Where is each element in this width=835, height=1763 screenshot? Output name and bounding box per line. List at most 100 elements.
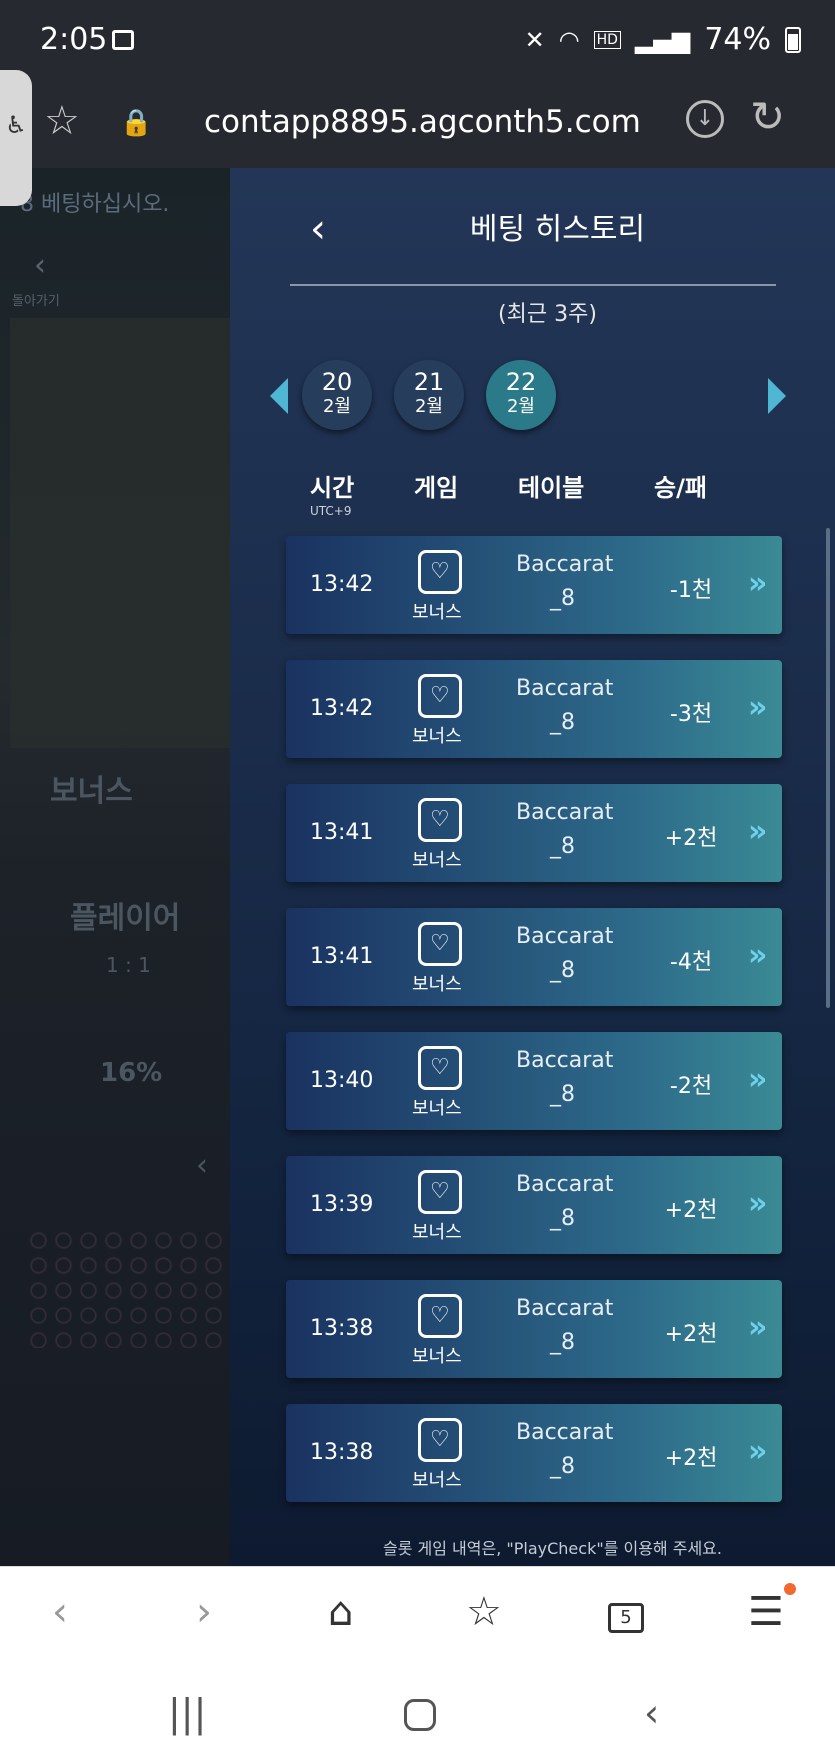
download-icon[interactable]: ↓: [686, 100, 724, 138]
card-heart-icon: [418, 798, 462, 842]
home-icon[interactable]: ⌂: [328, 1589, 353, 1635]
row-game: 보너스: [412, 1470, 462, 1491]
chevron-right-icon[interactable]: »: [748, 566, 767, 601]
browser-toolbar: ‹ › ⌂ ☆ 5 ☰: [0, 1566, 835, 1671]
game-background: 8 베팅하십시오. ‹ 돌아가기 보너스 플레이어 1 : 1 16% ‹: [0, 168, 230, 1566]
payout-ratio: 1 : 1: [106, 953, 151, 977]
row-time: 13:42: [310, 696, 374, 721]
row-table-number: _8: [550, 834, 575, 859]
panel-title: 베팅 히스토리: [469, 212, 646, 247]
bookmarks-icon[interactable]: ☆: [466, 1589, 502, 1635]
date-chip[interactable]: 20 2월: [302, 360, 372, 430]
history-row[interactable]: 13:42 보너스 Baccarat _8 -1천 »: [286, 536, 782, 634]
card-heart-icon: [418, 1170, 462, 1214]
tabs-button[interactable]: 5: [608, 1603, 644, 1633]
row-table: Baccarat: [516, 1420, 614, 1445]
recents-icon[interactable]: |||: [168, 1691, 206, 1735]
row-game: 보너스: [412, 850, 462, 871]
status-bar: 2:05 ✕ ◠ HD ▂▄▆ 74%: [0, 0, 835, 84]
row-result: -1천: [669, 578, 713, 603]
column-game: 게임: [414, 474, 459, 502]
row-result: -2천: [669, 1074, 713, 1099]
hd-voice-icon: HD: [593, 30, 621, 49]
history-row[interactable]: 13:39 보너스 Baccarat _8 +2천 »: [286, 1156, 782, 1254]
card-heart-icon: [418, 550, 462, 594]
collapse-arrow-icon[interactable]: ‹: [196, 1148, 208, 1183]
history-row[interactable]: 13:38 보너스 Baccarat _8 +2천 »: [286, 1280, 782, 1378]
player-bet-label: 플레이어: [70, 901, 181, 936]
menu-icon[interactable]: ☰: [748, 1589, 784, 1635]
android-nav-bar: ||| ‹: [0, 1671, 835, 1763]
column-time: 시간: [310, 474, 355, 502]
bonus-bet-label: 보너스: [50, 774, 133, 809]
row-time: 13:39: [310, 1192, 374, 1217]
url-text[interactable]: contapp8895.agconth5.com: [204, 104, 641, 140]
row-table: Baccarat: [516, 924, 614, 949]
date-day: 21: [413, 368, 445, 396]
card-heart-icon: [418, 674, 462, 718]
column-result: 승/패: [654, 474, 707, 502]
scrollbar[interactable]: [826, 528, 830, 1008]
date-day: 22: [505, 368, 537, 396]
chevron-right-icon[interactable]: »: [748, 938, 767, 973]
history-row[interactable]: 13:40 보너스 Baccarat _8 -2천 »: [286, 1032, 782, 1130]
chevron-right-icon[interactable]: »: [748, 1062, 767, 1097]
row-game: 보너스: [412, 726, 462, 747]
roadmap-grid: [26, 1228, 226, 1348]
row-result: -4천: [669, 950, 713, 975]
row-table: Baccarat: [516, 800, 614, 825]
row-table: Baccarat: [516, 1296, 614, 1321]
row-time: 13:38: [310, 1440, 374, 1465]
card-heart-icon: [418, 1046, 462, 1090]
chevron-right-icon[interactable]: »: [748, 1434, 767, 1469]
row-table-number: _8: [550, 1206, 575, 1231]
card-heart-icon: [418, 922, 462, 966]
date-chip-selected[interactable]: 22 2월: [486, 360, 556, 430]
history-row[interactable]: 13:41 보너스 Baccarat _8 -4천 »: [286, 908, 782, 1006]
date-month: 2월: [506, 396, 535, 417]
row-result: +2천: [664, 1322, 718, 1347]
history-row[interactable]: 13:38 보너스 Baccarat _8 +2천 »: [286, 1404, 782, 1502]
row-table-number: _8: [550, 1082, 575, 1107]
chevron-right-icon[interactable]: »: [748, 814, 767, 849]
bet-percent: 16%: [100, 1058, 163, 1088]
row-time: 13:42: [310, 572, 374, 597]
panel-subtitle: (최근 3주): [498, 302, 597, 327]
accessibility-icon[interactable]: ♿: [0, 70, 32, 206]
prev-date-icon[interactable]: [270, 378, 288, 414]
row-result: -3천: [669, 702, 713, 727]
image-notification-icon: [112, 30, 134, 50]
column-table: 테이블: [518, 474, 585, 502]
row-game: 보너스: [412, 1098, 462, 1119]
history-row[interactable]: 13:41 보너스 Baccarat _8 +2천 »: [286, 784, 782, 882]
bookmark-star-icon[interactable]: ☆: [44, 98, 80, 144]
footer-note: 슬롯 게임 내역은, "PlayCheck"를 이용해 주세요.: [383, 1539, 722, 1558]
date-month: 2월: [322, 396, 351, 417]
date-chip[interactable]: 21 2월: [394, 360, 464, 430]
battery-percent: 74%: [704, 22, 771, 57]
date-month: 2월: [414, 396, 443, 417]
row-table: Baccarat: [516, 676, 614, 701]
home-button-icon[interactable]: [404, 1699, 436, 1731]
chevron-right-icon[interactable]: »: [748, 690, 767, 725]
back-nav-icon[interactable]: ‹: [644, 1691, 659, 1735]
chevron-right-icon[interactable]: »: [748, 1186, 767, 1221]
reload-icon[interactable]: ↻: [750, 92, 785, 141]
screen: 2:05 ✕ ◠ HD ▂▄▆ 74% ☆ 🔒 contapp8895.agco…: [0, 0, 835, 1763]
row-table: Baccarat: [516, 1172, 614, 1197]
history-row[interactable]: 13:42 보너스 Baccarat _8 -3천 »: [286, 660, 782, 758]
notification-dot: [784, 1583, 796, 1595]
table-scene: [10, 318, 230, 748]
wifi-icon: ◠: [558, 25, 580, 54]
back-arrow-icon[interactable]: ‹: [34, 248, 46, 283]
divider: [290, 284, 776, 286]
forward-icon[interactable]: ›: [196, 1589, 212, 1635]
row-table: Baccarat: [516, 552, 614, 577]
browser-url-bar: ☆ 🔒 contapp8895.agconth5.com ↓ ↻: [0, 84, 835, 168]
lock-icon[interactable]: 🔒: [120, 108, 152, 138]
chevron-right-icon[interactable]: »: [748, 1310, 767, 1345]
row-game: 보너스: [412, 974, 462, 995]
next-date-icon[interactable]: [768, 378, 786, 414]
back-icon[interactable]: ‹: [52, 1589, 68, 1635]
battery-icon: [785, 26, 801, 53]
